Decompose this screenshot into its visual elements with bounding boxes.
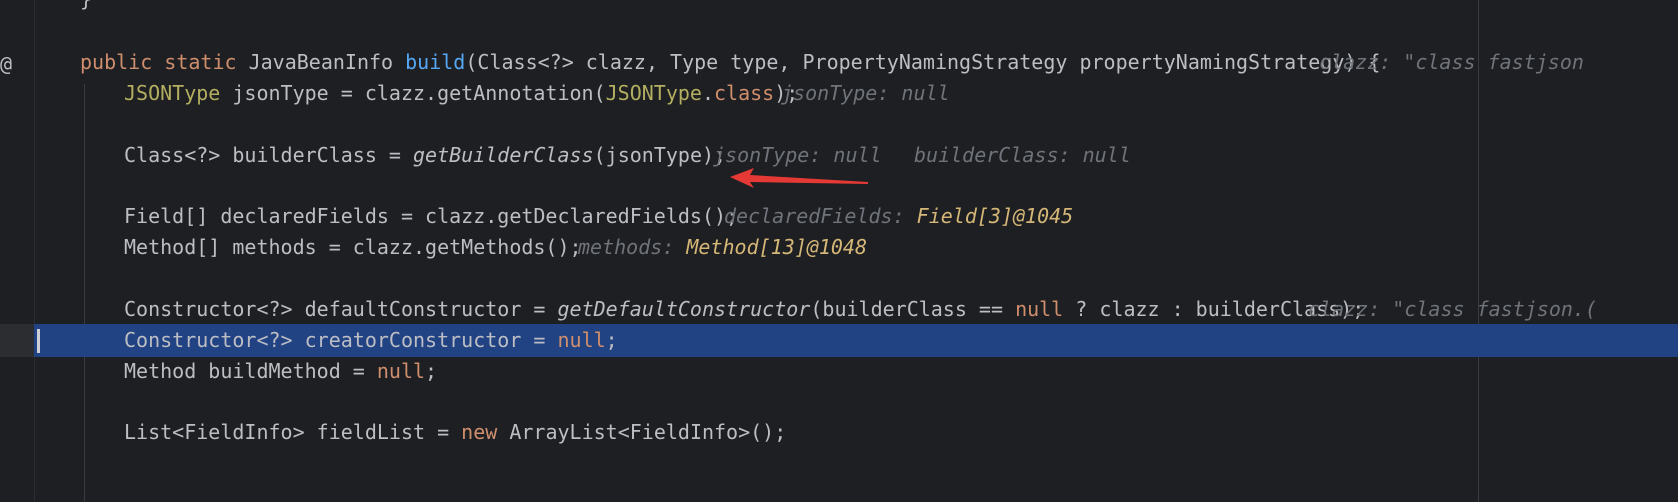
code-text: Constructor<?> creatorConstructor = null… [124,324,618,357]
code-text: Method[] methods = clazz.getMethods(); [124,235,582,259]
current-execution-line[interactable]: Constructor<?> creatorConstructor = null… [0,324,1678,357]
keyword-null: null [557,328,606,352]
inline-debug-hint: methods: Method[13]@1048 [578,231,867,264]
hint-label: declaredFields: [724,204,917,228]
code-line[interactable]: Method buildMethod = null; [0,355,1678,388]
static-call: getDefaultConstructor [557,297,811,321]
code-segment: ; [605,328,618,352]
red-arrow-annotation [730,168,868,188]
code-text: Method buildMethod = null; [124,355,437,388]
inline-debug-hint: builderClass: null [914,143,1131,167]
code-text: Constructor<?> defaultConstructor = getD… [124,293,1364,326]
inline-debug-hint: jsonType: null [781,81,950,105]
text-caret [37,329,40,353]
annotation-arg: JSONType [605,81,702,105]
keyword-null: null [1015,297,1064,321]
return-type: JavaBeanInfo [248,50,394,74]
code-line[interactable]: Constructor<?> defaultConstructor = getD… [0,293,1678,326]
code-line[interactable]: public static JavaBeanInfo build(Class<?… [0,46,1678,79]
method-signature: public static JavaBeanInfo build(Class<?… [80,46,1380,79]
current-line-gutter [0,324,34,357]
keyword-static: static [164,50,237,74]
annotation-type: JSONType [124,81,221,105]
code-segment: List<FieldInfo> fieldList = [124,420,462,444]
inline-debug-hint: declaredFields: Field[3]@1045 [724,200,1073,233]
code-segment: (builderClass == [810,297,1016,321]
code-line[interactable]: Method[] methods = clazz.getMethods(); m… [0,231,1678,264]
code-text: List<FieldInfo> fieldList = new ArrayLis… [124,416,786,449]
code-line[interactable]: Field[] declaredFields = clazz.getDeclar… [0,200,1678,233]
keyword-public: public [80,50,153,74]
closing-brace: } [80,0,92,16]
code-segment: . [701,81,715,105]
hint-label: methods: [578,235,687,259]
code-text: JSONType jsonType = clazz.getAnnotation(… [124,77,798,110]
code-text: Class<?> builderClass = getBuilderClass(… [124,139,726,172]
method-name: build [405,50,466,74]
inline-debug-hint: clazz: "class fastjson.( [1308,297,1597,321]
keyword-class: class [714,81,775,105]
code-line[interactable]: List<FieldInfo> fieldList = new ArrayLis… [0,416,1678,449]
hint-value[interactable]: Method[13]@1048 [686,235,867,259]
keyword-null: null [376,359,426,383]
code-segment: ArrayList<FieldInfo>(); [497,420,787,444]
code-text: Field[] declaredFields = clazz.getDeclar… [124,204,739,228]
inline-debug-hint: clazz: "class fastjson [1319,50,1584,74]
code-editor[interactable]: @ } public static JavaBeanInfo build(Cla… [0,0,1678,502]
code-segment: Constructor<?> defaultConstructor = [124,297,558,321]
hint-value[interactable]: Field[3]@1045 [917,204,1074,228]
code-segment: Constructor<?> creatorConstructor = [124,328,558,352]
code-segment: ; [425,359,438,383]
keyword-new: new [461,420,498,444]
code-segment: jsonType = clazz.getAnnotation( [220,81,606,105]
code-segment: Method buildMethod = [124,359,377,383]
code-line[interactable]: } [0,0,1678,16]
code-line[interactable]: JSONType jsonType = clazz.getAnnotation(… [0,77,1678,110]
method-params: (Class<?> clazz, Type type, PropertyNami… [465,50,1381,74]
code-segment: (jsonType); [593,143,727,167]
code-segment: Class<?> builderClass = [124,143,413,167]
static-call: getBuilderClass [412,143,594,167]
